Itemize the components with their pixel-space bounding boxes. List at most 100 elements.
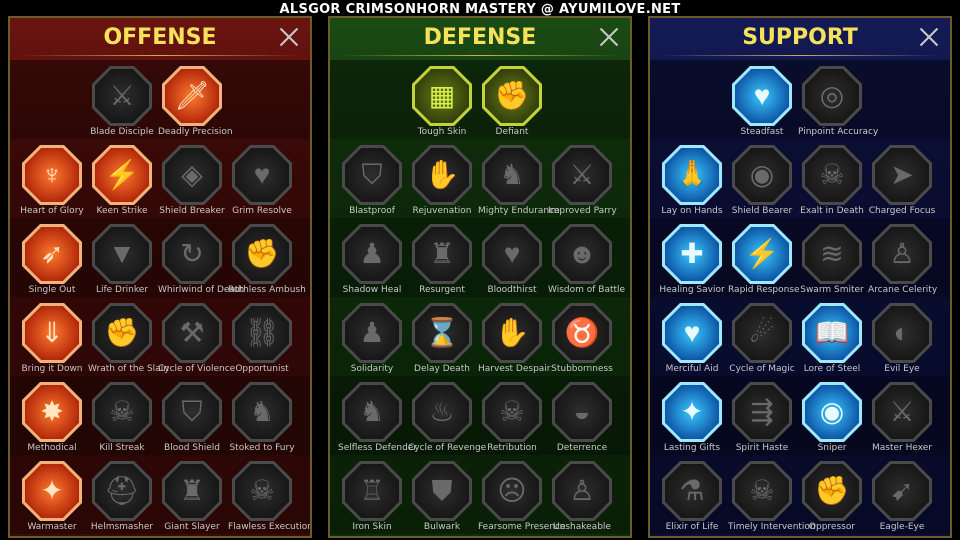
mastery-kill-streak[interactable]: ☠ Kill Streak <box>88 382 156 453</box>
mastery-swarm-smiter[interactable]: ≋ Swarm Smiter <box>798 224 866 295</box>
mastery-lore-of-steel-button[interactable]: 📖 <box>802 303 862 363</box>
mastery-warmaster-button[interactable]: ✦ <box>22 461 82 521</box>
close-icon[interactable] <box>918 26 940 48</box>
mastery-single-out[interactable]: ➶ Single Out <box>18 224 86 295</box>
mastery-master-hexer[interactable]: ⚔ Master Hexer <box>868 382 936 453</box>
mastery-blastproof[interactable]: ⛉ Blastproof <box>338 145 406 216</box>
mastery-solidarity-button[interactable]: ♟ <box>342 303 402 363</box>
mastery-opportunist-button[interactable]: ⛓ <box>232 303 292 363</box>
mastery-helmsmasher[interactable]: ⛑ Helmsmasher <box>88 461 156 532</box>
mastery-stubbornness[interactable]: ♉ Stubbornness <box>548 303 616 374</box>
mastery-flawless-execution[interactable]: ☠ Flawless Execution <box>228 461 310 532</box>
mastery-elixir-of-life-button[interactable]: ⚗ <box>662 461 722 521</box>
mastery-deterrence-button[interactable]: ◒ <box>552 382 612 442</box>
mastery-bulwark-button[interactable]: ⛊ <box>412 461 472 521</box>
mastery-healing-savior[interactable]: ✚ Healing Savior <box>658 224 726 295</box>
mastery-fearsome-presence-button[interactable]: ☹ <box>482 461 542 521</box>
mastery-healing-savior-button[interactable]: ✚ <box>662 224 722 284</box>
mastery-deadly-precision[interactable]: 🗡 Deadly Precision <box>158 66 233 137</box>
mastery-defiant[interactable]: ✊ Defiant <box>478 66 546 137</box>
mastery-timely-intervention-button[interactable]: ☠ <box>732 461 792 521</box>
mastery-retribution[interactable]: ☠ Retribution <box>478 382 546 453</box>
mastery-evil-eye-button[interactable]: ◐ <box>872 303 932 363</box>
mastery-exalt-in-death[interactable]: ☠ Exalt in Death <box>798 145 866 216</box>
mastery-solidarity[interactable]: ♟ Solidarity <box>338 303 406 374</box>
mastery-spirit-haste-button[interactable]: ⇶ <box>732 382 792 442</box>
mastery-delay-death[interactable]: ⌛ Delay Death <box>408 303 476 374</box>
mastery-grim-resolve[interactable]: ♥ Grim Resolve <box>228 145 296 216</box>
mastery-merciful-aid-button[interactable]: ♥ <box>662 303 722 363</box>
mastery-resurgent[interactable]: ♜ Resurgent <box>408 224 476 295</box>
mastery-elixir-of-life[interactable]: ⚗ Elixir of Life <box>658 461 726 532</box>
mastery-life-drinker-button[interactable]: ▼ <box>92 224 152 284</box>
mastery-rejuvenation-button[interactable]: ✋ <box>412 145 472 205</box>
mastery-lay-on-hands[interactable]: 🙏 Lay on Hands <box>658 145 726 216</box>
mastery-tough-skin[interactable]: ▦ Tough Skin <box>408 66 476 137</box>
mastery-retribution-button[interactable]: ☠ <box>482 382 542 442</box>
mastery-heart-of-glory-button[interactable]: ♆ <box>22 145 82 205</box>
mastery-tough-skin-button[interactable]: ▦ <box>412 66 472 126</box>
mastery-cycle-of-violence[interactable]: ⚒ Cycle of Violence <box>158 303 235 374</box>
mastery-resurgent-button[interactable]: ♜ <box>412 224 472 284</box>
mastery-rapid-response-button[interactable]: ⚡ <box>732 224 792 284</box>
mastery-unshakeable-button[interactable]: ♙ <box>552 461 612 521</box>
mastery-harvest-despair[interactable]: ✋ Harvest Despair <box>478 303 551 374</box>
mastery-delay-death-button[interactable]: ⌛ <box>412 303 472 363</box>
mastery-methodical[interactable]: ✸ Methodical <box>18 382 86 453</box>
mastery-cycle-of-revenge-button[interactable]: ♨ <box>412 382 472 442</box>
mastery-wisdom-of-battle-button[interactable]: ☻ <box>552 224 612 284</box>
mastery-kill-streak-button[interactable]: ☠ <box>92 382 152 442</box>
mastery-improved-parry[interactable]: ⚔ Improved Parry <box>548 145 617 216</box>
mastery-mighty-endurance[interactable]: ♞ Mighty Endurance <box>478 145 560 216</box>
mastery-whirlwind-of-death[interactable]: ↻ Whirlwind of Death <box>158 224 244 295</box>
mastery-steadfast[interactable]: ♥ Steadfast <box>728 66 796 137</box>
mastery-bloodthirst[interactable]: ♥ Bloodthirst <box>478 224 546 295</box>
mastery-iron-skin[interactable]: ♖ Iron Skin <box>338 461 406 532</box>
mastery-keen-strike-button[interactable]: ⚡ <box>92 145 152 205</box>
mastery-blastproof-button[interactable]: ⛉ <box>342 145 402 205</box>
mastery-warmaster[interactable]: ✦ Warmaster <box>18 461 86 532</box>
mastery-shield-bearer[interactable]: ◉ Shield Bearer <box>728 145 796 216</box>
mastery-shield-breaker-button[interactable]: ◈ <box>162 145 222 205</box>
mastery-bring-it-down[interactable]: ⇓ Bring it Down <box>18 303 86 374</box>
mastery-keen-strike[interactable]: ⚡ Keen Strike <box>88 145 156 216</box>
mastery-giant-slayer[interactable]: ♜ Giant Slayer <box>158 461 226 532</box>
mastery-ruthless-ambush[interactable]: ✊ Ruthless Ambush <box>228 224 306 295</box>
mastery-rapid-response[interactable]: ⚡ Rapid Response <box>728 224 800 295</box>
mastery-steadfast-button[interactable]: ♥ <box>732 66 792 126</box>
mastery-stoked-to-fury[interactable]: ♞ Stoked to Fury <box>228 382 296 453</box>
mastery-arcane-celerity[interactable]: ♙ Arcane Celerity <box>868 224 937 295</box>
mastery-pinpoint-accuracy-button[interactable]: ◎ <box>802 66 862 126</box>
mastery-deterrence[interactable]: ◒ Deterrence <box>548 382 616 453</box>
mastery-methodical-button[interactable]: ✸ <box>22 382 82 442</box>
mastery-heart-of-glory[interactable]: ♆ Heart of Glory <box>18 145 86 216</box>
mastery-shield-bearer-button[interactable]: ◉ <box>732 145 792 205</box>
mastery-bulwark[interactable]: ⛊ Bulwark <box>408 461 476 532</box>
mastery-deadly-precision-button[interactable]: 🗡 <box>162 66 222 126</box>
mastery-selfless-defender[interactable]: ♞ Selfless Defender <box>338 382 417 453</box>
mastery-cycle-of-magic-button[interactable]: ☄ <box>732 303 792 363</box>
mastery-blood-shield[interactable]: ⛉ Blood Shield <box>158 382 226 453</box>
mastery-ruthless-ambush-button[interactable]: ✊ <box>232 224 292 284</box>
mastery-selfless-defender-button[interactable]: ♞ <box>342 382 402 442</box>
mastery-wrath-of-the-slain[interactable]: ✊ Wrath of the Slain <box>88 303 169 374</box>
mastery-lay-on-hands-button[interactable]: 🙏 <box>662 145 722 205</box>
mastery-harvest-despair-button[interactable]: ✋ <box>482 303 542 363</box>
mastery-blade-disciple[interactable]: ⚔ Blade Disciple <box>88 66 156 137</box>
mastery-exalt-in-death-button[interactable]: ☠ <box>802 145 862 205</box>
mastery-eagle-eye-button[interactable]: ➹ <box>872 461 932 521</box>
mastery-whirlwind-of-death-button[interactable]: ↻ <box>162 224 222 284</box>
mastery-improved-parry-button[interactable]: ⚔ <box>552 145 612 205</box>
mastery-single-out-button[interactable]: ➶ <box>22 224 82 284</box>
mastery-oppressor-button[interactable]: ✊ <box>802 461 862 521</box>
mastery-shield-breaker[interactable]: ◈ Shield Breaker <box>158 145 226 216</box>
close-icon[interactable] <box>278 26 300 48</box>
mastery-stoked-to-fury-button[interactable]: ♞ <box>232 382 292 442</box>
mastery-flawless-execution-button[interactable]: ☠ <box>232 461 292 521</box>
mastery-wisdom-of-battle[interactable]: ☻ Wisdom of Battle <box>548 224 625 295</box>
mastery-master-hexer-button[interactable]: ⚔ <box>872 382 932 442</box>
mastery-helmsmasher-button[interactable]: ⛑ <box>92 461 152 521</box>
mastery-eagle-eye[interactable]: ➹ Eagle-Eye <box>868 461 936 532</box>
mastery-blade-disciple-button[interactable]: ⚔ <box>92 66 152 126</box>
mastery-sniper-button[interactable]: ◉ <box>802 382 862 442</box>
